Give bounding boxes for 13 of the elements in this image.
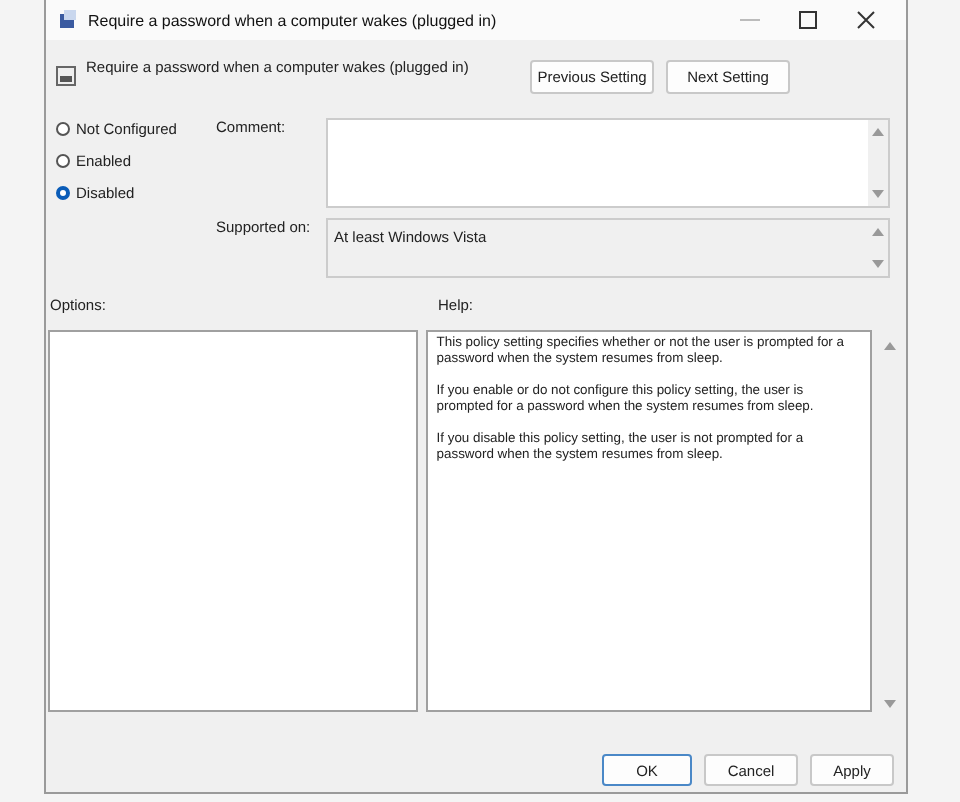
scroll-up-icon[interactable]: [872, 128, 884, 136]
radio-button-icon[interactable]: [56, 186, 70, 200]
setting-icon: [56, 66, 76, 86]
radio-button-icon[interactable]: [56, 122, 70, 136]
radio-button-icon[interactable]: [56, 154, 70, 168]
scroll-down-icon[interactable]: [872, 260, 884, 268]
scroll-up-icon[interactable]: [884, 342, 897, 350]
scroll-down-icon[interactable]: [884, 700, 897, 708]
scroll-up-icon[interactable]: [872, 228, 884, 236]
policy-icon: [58, 10, 78, 30]
window-title: Require a password when a computer wakes (plugged in): [88, 11, 499, 29]
comment-field[interactable]: [326, 118, 890, 208]
scroll-down-icon[interactable]: [872, 190, 884, 198]
